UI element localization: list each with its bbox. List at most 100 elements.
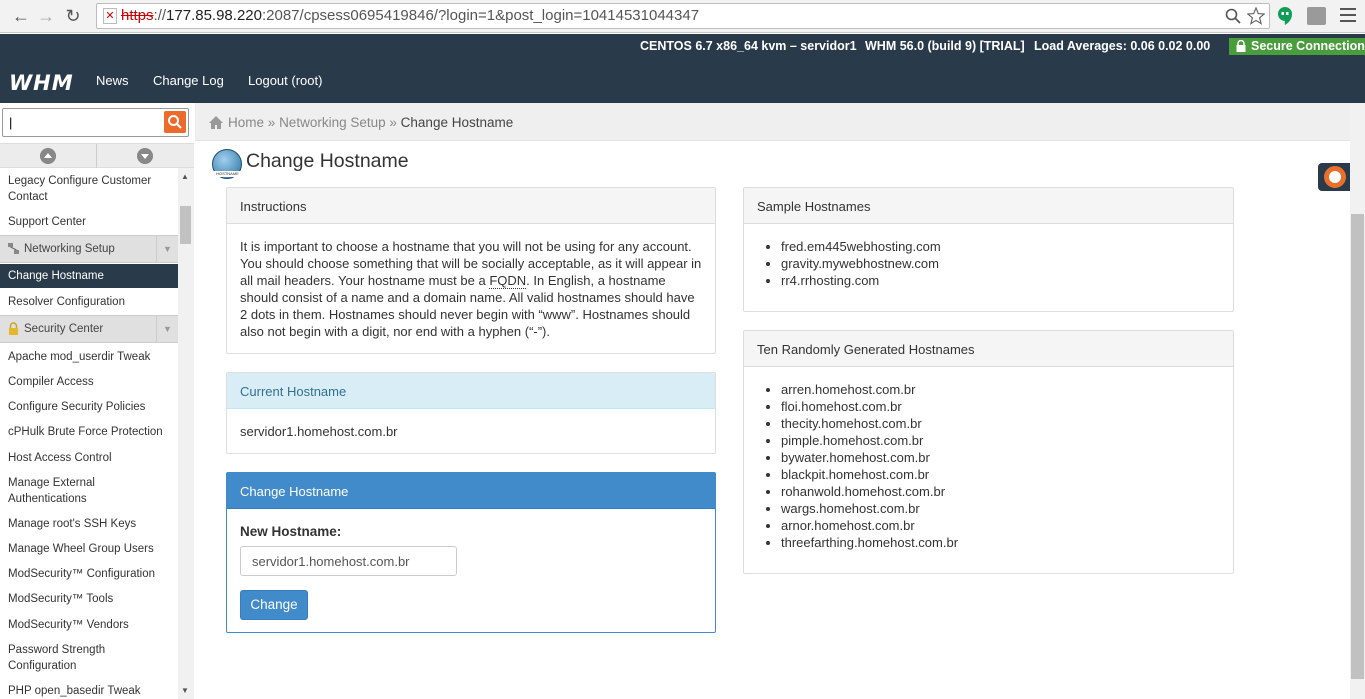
list-item: rr4.rrhosting.com — [781, 272, 1233, 289]
sidebar-category-networking-setup[interactable]: Networking Setup ▼ — [0, 235, 178, 263]
reload-icon[interactable]: ↻ — [62, 5, 84, 27]
whm-logo[interactable]: WHM — [9, 71, 74, 95]
help-lifebuoy-icon[interactable] — [1318, 163, 1350, 191]
sidebar-menu: Legacy Configure Customer Contact Suppor… — [0, 168, 178, 699]
breadcrumb-trail: Home » Networking Setup » Change Hostnam… — [228, 115, 513, 130]
lock-icon — [1236, 40, 1246, 52]
new-hostname-input[interactable] — [240, 546, 457, 576]
sidebar-item-manage-external-authentications[interactable]: Manage External Authentications — [8, 475, 176, 507]
sidebar-item-manage-wheel-group-users[interactable]: Manage Wheel Group Users — [8, 541, 176, 557]
random-hostnames-panel: Ten Randomly Generated Hostnames arren.h… — [743, 330, 1234, 574]
address-bar[interactable]: ✕ https://177.85.98.220:2087/cpsess06954… — [96, 3, 1270, 29]
back-icon[interactable]: ← — [10, 5, 32, 27]
fqdn-abbreviation: FQDN — [489, 273, 527, 289]
main-scrollbar[interactable] — [1350, 103, 1365, 699]
breadcrumb: Home » Networking Setup » Change Hostnam… — [195, 103, 1350, 141]
home-icon[interactable] — [208, 115, 224, 130]
browser-toolbar: ← → ↻ ✕ https://177.85.98.220:2087/cpses… — [0, 0, 1365, 33]
breadcrumb-networking-setup[interactable]: Networking Setup — [279, 115, 386, 130]
sidebar-item-resolver-configuration[interactable]: Resolver Configuration — [8, 294, 176, 310]
random-hostnames-list: arren.homehost.com.br floi.homehost.com.… — [744, 367, 1233, 551]
url-host: 177.85.98.220 — [166, 7, 262, 24]
instructions-body: It is important to choose a hostname tha… — [227, 224, 715, 353]
list-item: blackpit.homehost.com.br — [781, 466, 1233, 483]
menu-icon[interactable] — [1340, 8, 1356, 22]
nav-change-log[interactable]: Change Log — [153, 73, 224, 88]
sidebar-item-cphulk-brute-force-protection[interactable]: cPHulk Brute Force Protection — [8, 424, 176, 440]
list-item: arnor.homehost.com.br — [781, 517, 1233, 534]
nav-logout[interactable]: Logout (root) — [248, 73, 322, 88]
url-separator: :// — [153, 7, 167, 24]
chevron-down-icon[interactable]: ▼ — [156, 236, 178, 262]
list-item: pimple.homehost.com.br — [781, 432, 1233, 449]
hostname-globe-icon: HOSTNAME — [212, 149, 242, 179]
list-item: thecity.homehost.com.br — [781, 415, 1233, 432]
sidebar-search-input[interactable] — [2, 108, 189, 137]
main-scrollbar-thumb[interactable] — [1351, 214, 1364, 679]
list-item: bywater.homehost.com.br — [781, 449, 1233, 466]
sidebar-scrollbar-thumb[interactable] — [180, 206, 191, 244]
hangouts-icon[interactable] — [1276, 6, 1294, 26]
new-hostname-label: New Hostname: — [240, 524, 342, 539]
search-button[interactable] — [164, 111, 186, 133]
scroll-up-icon[interactable]: ▲ — [181, 172, 189, 181]
list-item: floi.homehost.com.br — [781, 398, 1233, 415]
server-system-info: CENTOS 6.7 x86_64 kvm – servidor1 — [640, 39, 857, 53]
current-hostname-value: servidor1.homehost.com.br — [240, 424, 398, 439]
sidebar-item-configure-security-policies[interactable]: Configure Security Policies — [8, 399, 176, 415]
load-averages: Load Averages: 0.06 0.02 0.00 — [1034, 39, 1211, 53]
change-hostname-form: New Hostname: Change — [227, 509, 715, 633]
insecure-icon[interactable]: ✕ — [103, 8, 117, 24]
chevron-down-icon[interactable]: ▼ — [156, 316, 178, 342]
secure-connection-label: Secure Connection — [1251, 39, 1365, 53]
breadcrumb-current: Change Hostname — [400, 115, 514, 130]
url-scheme: https — [121, 7, 154, 24]
scroll-down-icon[interactable]: ▼ — [181, 686, 189, 695]
sidebar-item-php-open-basedir-tweak[interactable]: PHP open_basedir Tweak — [8, 683, 176, 699]
sidebar-scrollbar[interactable]: ▲ ▼ — [178, 168, 194, 699]
sidebar-item-modsecurity-vendors[interactable]: ModSecurity™ Vendors — [8, 617, 176, 633]
sidebar-category-security-center[interactable]: Security Center ▼ — [0, 315, 178, 343]
list-item: fred.em445webhosting.com — [781, 238, 1233, 255]
breadcrumb-separator: » — [267, 115, 276, 130]
list-item: arren.homehost.com.br — [781, 381, 1233, 398]
sidebar-category-label: Networking Setup — [24, 243, 115, 255]
sidebar-item-host-access-control[interactable]: Host Access Control — [8, 450, 176, 466]
forward-icon[interactable]: → — [35, 5, 57, 27]
sidebar-item-modsecurity-configuration[interactable]: ModSecurity™ Configuration — [8, 566, 176, 582]
sidebar-item-compiler-access[interactable]: Compiler Access — [8, 374, 176, 390]
expand-up-icon[interactable] — [40, 148, 56, 164]
change-hostname-heading: Change Hostname — [227, 473, 715, 509]
sidebar-item-manage-root-ssh-keys[interactable]: Manage root's SSH Keys — [8, 516, 176, 532]
sidebar-item-modsecurity-tools[interactable]: ModSecurity™ Tools — [8, 591, 176, 607]
url-path: :2087/cpsess0695419846/?login=1&post_log… — [261, 7, 700, 24]
current-hostname-panel: Current Hostname servidor1.homehost.com.… — [226, 372, 716, 454]
list-item: wargs.homehost.com.br — [781, 500, 1233, 517]
sidebar-item-change-hostname[interactable]: Change Hostname — [0, 264, 178, 288]
change-hostname-panel: Change Hostname New Hostname: Change — [226, 472, 716, 633]
sidebar-search — [0, 103, 194, 143]
lifebuoy-ring — [1324, 166, 1346, 188]
sidebar-item-support-center[interactable]: Support Center — [8, 214, 176, 230]
url-text: https://177.85.98.220:2087/cpsess0695419… — [121, 7, 699, 24]
current-hostname-heading: Current Hostname — [227, 373, 715, 409]
change-button[interactable]: Change — [240, 590, 308, 620]
breadcrumb-home[interactable]: Home — [228, 115, 264, 130]
extension-icon[interactable] — [1307, 7, 1326, 25]
divider — [96, 144, 97, 168]
breadcrumb-separator: » — [389, 115, 397, 130]
nav-news[interactable]: News — [96, 73, 129, 88]
main-content: HOSTNAME Change Hostname Instructions It… — [195, 142, 1350, 699]
list-item: rohanwold.homehost.com.br — [781, 483, 1233, 500]
sidebar-item-legacy-configure-customer-contact[interactable]: Legacy Configure Customer Contact — [8, 173, 176, 205]
collapse-down-icon[interactable] — [137, 148, 153, 164]
sidebar: Legacy Configure Customer Contact Suppor… — [0, 103, 194, 699]
whm-version: WHM 56.0 (build 9) [TRIAL] — [865, 39, 1025, 53]
zoom-icon[interactable] — [1225, 8, 1241, 24]
bookmark-star-icon[interactable] — [1247, 7, 1265, 25]
list-item: gravity.mywebhostnew.com — [781, 255, 1233, 272]
search-icon — [168, 115, 182, 129]
sidebar-item-apache-mod-userdir-tweak[interactable]: Apache mod_userdir Tweak — [8, 349, 176, 365]
list-item: threefarthing.homehost.com.br — [781, 534, 1233, 551]
sidebar-item-password-strength-configuration[interactable]: Password Strength Configuration — [8, 642, 176, 674]
